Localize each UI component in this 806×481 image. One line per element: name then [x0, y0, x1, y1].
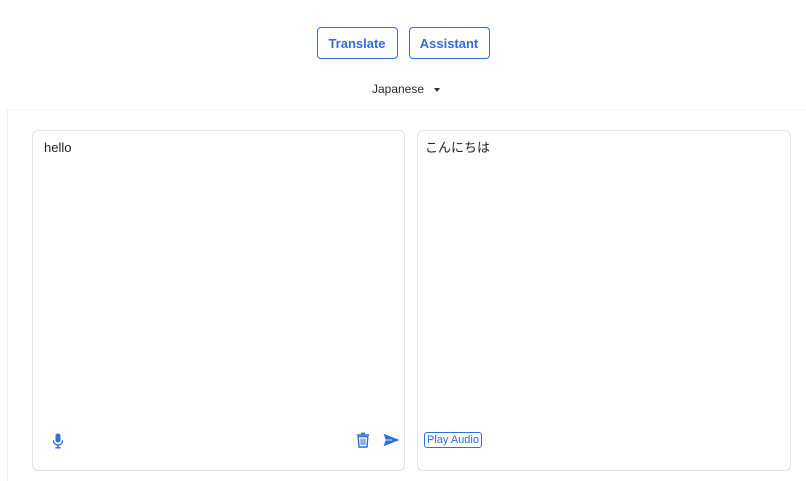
translate-button[interactable]: Translate — [316, 27, 398, 59]
translated-text: こんにちは — [425, 140, 491, 155]
translator-app: Translate Assistant Japanese hello こんにちは… — [0, 0, 806, 481]
mode-switcher: Translate Assistant — [0, 27, 806, 59]
source-text-input[interactable]: hello — [44, 140, 393, 156]
caret-down-icon — [434, 87, 441, 92]
language-dropdown[interactable]: Japanese — [362, 80, 444, 98]
send-icon[interactable] — [381, 430, 401, 450]
language-selector-row: Japanese — [0, 80, 806, 98]
language-dropdown-value: Japanese — [371, 82, 425, 96]
play-audio-button[interactable]: Play Audio — [424, 432, 482, 448]
trash-icon[interactable] — [353, 430, 373, 450]
microphone-icon[interactable] — [48, 431, 68, 451]
output-panel: こんにちは Play Audio — [417, 130, 791, 471]
assistant-button[interactable]: Assistant — [408, 27, 490, 59]
input-panel: hello — [32, 130, 405, 471]
